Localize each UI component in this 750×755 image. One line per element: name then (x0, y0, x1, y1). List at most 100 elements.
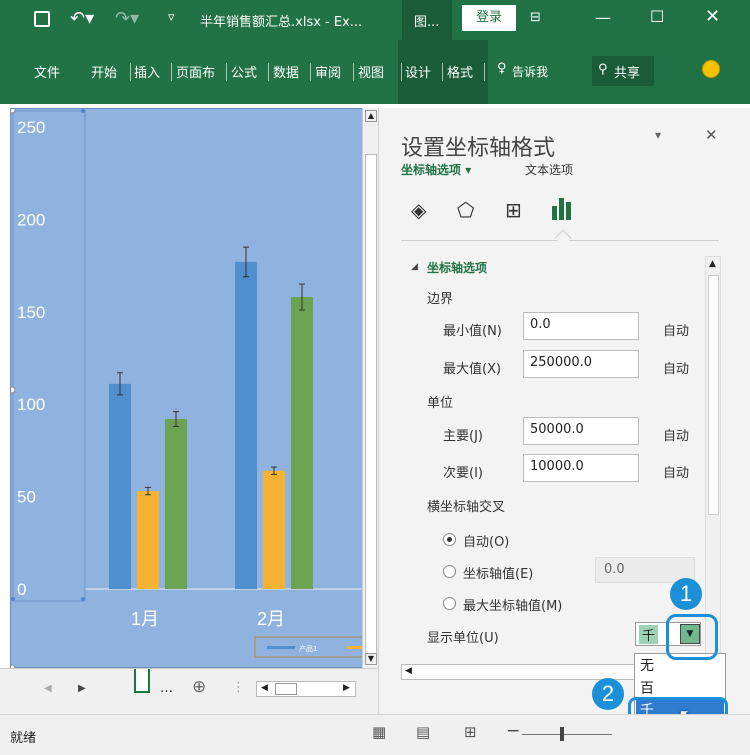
tell-me-search[interactable]: 告诉我 (512, 63, 548, 80)
callout-2: 2 (592, 678, 624, 710)
max-auto-label: 自动 (663, 362, 690, 377)
x-tick-label: 2月 (257, 609, 285, 629)
section-collapse-icon[interactable]: ◢ (411, 262, 418, 272)
scroll-thumb[interactable] (365, 154, 377, 654)
sheet-tabs-bar: ◀ ▶ … ⊕ ⋮ ◀ ▶ (0, 668, 378, 714)
login-button[interactable]: 登录 (462, 5, 516, 31)
add-sheet-icon[interactable]: ⊕ (192, 677, 206, 697)
dropdown-option-none[interactable]: 无 (640, 655, 654, 675)
x-tick-label: 1月 (131, 609, 159, 629)
pane-scroll-thumb[interactable] (708, 275, 719, 515)
axis-options-icon[interactable] (552, 196, 574, 220)
context-tab-chart-tools[interactable]: 图... (402, 0, 452, 40)
chart-vertical-scrollbar[interactable]: ▲ ▼ (362, 108, 378, 668)
page-layout-view-icon[interactable]: ▤ (416, 723, 430, 741)
minor-auto-label: 自动 (663, 466, 690, 481)
callout-1: 1 (670, 578, 702, 610)
tab-separator (130, 63, 131, 81)
normal-view-icon[interactable]: ▦ (372, 723, 386, 741)
smiley-icon[interactable] (702, 60, 720, 78)
tab-design[interactable]: 设计 (405, 62, 431, 81)
scroll-up-arrow[interactable]: ▲ (365, 110, 377, 122)
tab-axis-options[interactable]: 坐标轴选项 ▾ (401, 161, 471, 178)
tab-separator (353, 63, 354, 81)
radio-max-value-label[interactable]: 最大坐标轴值(M) (463, 595, 562, 614)
zoom-slider-thumb[interactable] (560, 727, 564, 741)
max-label: 最大值(X) (443, 362, 502, 377)
radio-auto-label[interactable]: 自动(O) (463, 531, 509, 550)
effects-icon[interactable]: ⬠ (457, 198, 474, 222)
max-input[interactable]: 250000.0 (523, 350, 639, 378)
bounds-label: 边界 (427, 292, 454, 307)
hscroll-left-icon[interactable]: ◀ (261, 683, 268, 693)
tab-separator (442, 63, 443, 81)
more-sheets-icon[interactable]: … (160, 681, 173, 696)
save-icon[interactable] (34, 11, 50, 27)
tab-page-layout[interactable]: 页面布 (176, 62, 215, 81)
tab-view[interactable]: 视图 (358, 62, 384, 81)
radio-axis-value[interactable] (443, 565, 456, 578)
tab-home[interactable]: 开始 (91, 62, 117, 81)
ribbon-tabs: 文件 开始 插入 页面布 公式 数据 审阅 视图 设计 格式 ♀ 告诉我 ⚲ 共… (0, 40, 750, 104)
sheet-tab[interactable] (134, 669, 150, 693)
legend-label: 产品1 (299, 644, 317, 653)
fill-line-icon[interactable]: ◈ (411, 198, 426, 222)
radio-axis-value-label[interactable]: 坐标轴值(E) (463, 563, 533, 582)
zoom-out-icon[interactable]: − (506, 721, 520, 741)
tab-separator (268, 63, 269, 81)
axis-selection-handle (81, 597, 85, 601)
tab-data[interactable]: 数据 (273, 62, 299, 81)
maximize-icon[interactable]: ☐ (650, 7, 664, 26)
pane-close-icon[interactable]: ✕ (705, 126, 718, 144)
section-axis-options[interactable]: 坐标轴选项 (427, 259, 487, 276)
tab-review[interactable]: 审阅 (315, 62, 341, 81)
pane-scroll-up-icon[interactable]: ▲ (709, 259, 716, 269)
redo-icon[interactable]: ↷▾ (115, 8, 139, 29)
page-break-view-icon[interactable]: ⊞ (464, 723, 477, 741)
lightbulb-icon: ♀ (497, 61, 507, 76)
next-sheet-icon[interactable]: ▶ (78, 683, 86, 694)
status-bar: 就绪 ▦ ▤ ⊞ − (0, 714, 750, 755)
major-input[interactable]: 50000.0 (523, 417, 639, 445)
minor-input[interactable]: 10000.0 (523, 454, 639, 482)
active-tab-pointer (554, 229, 572, 247)
legend-swatch (267, 646, 295, 649)
size-properties-icon[interactable]: ⊞ (505, 198, 522, 222)
tab-separator (226, 63, 227, 81)
hscroll-thumb[interactable] (275, 683, 297, 695)
tab-separator (310, 63, 311, 81)
chart-resize-handle (11, 109, 16, 114)
cross-label: 横坐标轴交叉 (427, 500, 506, 515)
split-handle-icon[interactable]: ⋮ (232, 680, 245, 695)
chart-plot[interactable]: 0 50 100 150 200 250 1月 2月产品1 (11, 109, 371, 669)
bar (235, 261, 257, 589)
customize-qat-icon[interactable]: ▿ (168, 10, 175, 25)
zoom-slider[interactable] (522, 734, 612, 735)
tab-file[interactable]: 文件 (34, 62, 60, 81)
pane-title: 设置坐标轴格式 (401, 136, 556, 161)
share-button[interactable]: ⚲ 共享 (592, 56, 654, 86)
person-icon: ⚲ (598, 62, 608, 77)
y-tick-label: 250 (17, 118, 45, 137)
radio-auto[interactable] (443, 533, 456, 546)
dropdown-option-hundreds[interactable]: 百 (640, 678, 654, 698)
minimize-icon[interactable]: — (595, 8, 611, 27)
prev-sheet-icon[interactable]: ◀ (44, 683, 52, 694)
scroll-down-arrow[interactable]: ▼ (365, 653, 377, 665)
undo-icon[interactable]: ↶▾ (70, 8, 94, 29)
radio-max-value[interactable] (443, 597, 456, 610)
chart-area[interactable]: 0 50 100 150 200 250 1月 2月 产品1 (10, 108, 371, 669)
hscroll-right-icon[interactable]: ▶ (343, 683, 350, 693)
tab-text-options[interactable]: 文本选项 (525, 161, 573, 178)
min-auto-label: 自动 (663, 324, 690, 339)
tab-formulas[interactable]: 公式 (231, 62, 257, 81)
pane-options-icon[interactable]: ▾ (655, 128, 661, 142)
ribbon-display-icon[interactable]: ⊟ (530, 10, 541, 25)
tab-format[interactable]: 格式 (447, 62, 473, 81)
pane-hscroll-left-icon[interactable]: ◀ (405, 666, 412, 676)
min-input[interactable]: 0.0 (523, 312, 639, 340)
status-ready: 就绪 (10, 731, 37, 746)
tab-insert[interactable]: 插入 (134, 62, 160, 81)
close-icon[interactable]: ✕ (705, 6, 720, 27)
horizontal-scrollbar[interactable]: ◀ ▶ (256, 681, 356, 697)
